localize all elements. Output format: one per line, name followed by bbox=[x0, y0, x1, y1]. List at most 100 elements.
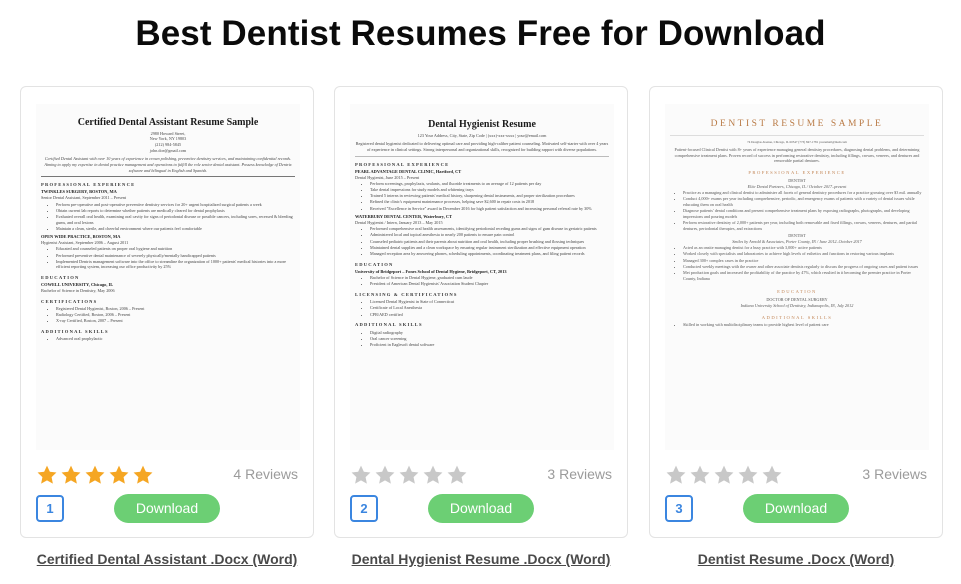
star-empty-icon[interactable] bbox=[398, 464, 420, 486]
resume-preview-thumbnail[interactable]: Dental Hygienist Resume 123 Your Address… bbox=[350, 104, 614, 450]
resume-title: DENTIST RESUME SAMPLE bbox=[710, 119, 884, 129]
resume-preview-thumbnail[interactable]: DENTIST RESUME SAMPLE 74 Douglas Avenue,… bbox=[665, 104, 929, 450]
star-filled-icon[interactable] bbox=[84, 464, 106, 486]
bullet: Digital radiography bbox=[370, 330, 609, 336]
edu-org: Indiana University School of Dentistry, … bbox=[740, 303, 854, 309]
bullet: Skilled in working with multidisciplinar… bbox=[683, 322, 924, 328]
bullet: Oral cancer screening bbox=[370, 336, 609, 342]
bullet: Certificate of Local Anesthesia bbox=[370, 305, 609, 311]
job-org: Smiles by Arnold & Associates, Porter Co… bbox=[732, 239, 862, 245]
bullet: Performed comprehensive oral health asse… bbox=[370, 226, 609, 232]
star-empty-icon[interactable] bbox=[422, 464, 444, 486]
star-filled-icon[interactable] bbox=[36, 464, 58, 486]
star-rating[interactable] bbox=[665, 464, 783, 486]
skills-list: Advanced oral prophylactic bbox=[41, 336, 295, 342]
resume-summary: Patient-focused Clinical Dentist with 8+… bbox=[674, 147, 920, 164]
resume-card-dentist: DENTIST RESUME SAMPLE 74 Douglas Avenue,… bbox=[649, 86, 943, 538]
card-number-badge: 2 bbox=[350, 495, 378, 522]
section-heading: EDUCATION bbox=[777, 289, 817, 295]
bullet: Managed 300+ complex cases in the practi… bbox=[683, 258, 924, 264]
bullet: Diagnose patients' dental conditions and… bbox=[683, 208, 924, 219]
resume-preview-thumbnail[interactable]: Certified Dental Assistant Resume Sample… bbox=[36, 104, 300, 450]
edu-bullets: Bachelor of Science in Dental Hygiene, g… bbox=[355, 275, 609, 287]
bullet: Radiology Certified, Boston, 2006 – Pres… bbox=[56, 312, 295, 318]
resume-summary: Certified Dental Assistant with over 10 … bbox=[44, 156, 292, 173]
section-heading: LICENSING & CERTIFICATIONS bbox=[355, 292, 458, 298]
star-rating[interactable] bbox=[350, 464, 468, 486]
section-heading: EDUCATION bbox=[355, 261, 394, 267]
bullet: Acted as an onsite managing dentist for … bbox=[683, 245, 924, 251]
bullet: Practice as a managing and clinical dent… bbox=[683, 190, 924, 196]
bullet: Licensed Dental Hygienist in State of Co… bbox=[370, 299, 609, 305]
bullet: Received "Excellence in Service" award i… bbox=[370, 206, 609, 212]
card-number-badge: 1 bbox=[36, 495, 64, 522]
job-role: Senior Dental Assistant, September 2011 … bbox=[41, 195, 127, 201]
bullet: Maintained dental supplies and a clean w… bbox=[370, 245, 609, 251]
job-bullets: Performed comprehensive oral health asse… bbox=[355, 226, 609, 256]
job-bullets: Acted as an onsite managing dentist for … bbox=[670, 245, 924, 281]
docx-download-link[interactable]: Dental Hygienist Resume .Docx (Word) bbox=[334, 551, 628, 567]
star-empty-icon[interactable] bbox=[761, 464, 783, 486]
section-heading: CERTIFICATIONS bbox=[41, 298, 98, 304]
download-button[interactable]: Download bbox=[743, 494, 849, 523]
section-heading: PROFESSIONAL EXPERIENCE bbox=[355, 161, 450, 167]
section-heading: ADDITIONAL SKILLS bbox=[761, 314, 833, 320]
star-filled-icon[interactable] bbox=[60, 464, 82, 486]
bullet: Administered local and topical anesthesi… bbox=[370, 232, 609, 238]
bullet: Conduct 4,000+ exams per year including … bbox=[683, 196, 924, 207]
star-empty-icon[interactable] bbox=[350, 464, 372, 486]
job-bullets: Practice as a managing and clinical dent… bbox=[670, 190, 924, 231]
bullet: Bachelor of Science in Dental Hygiene, g… bbox=[370, 275, 609, 281]
bullet: Worked closely with specialists and labo… bbox=[683, 251, 924, 257]
bullet: Managed reception area by answering phon… bbox=[370, 251, 609, 257]
divider bbox=[670, 134, 924, 136]
star-filled-icon[interactable] bbox=[108, 464, 130, 486]
section-heading: ADDITIONAL SKILLS bbox=[355, 322, 423, 328]
reviews-count: 3 Reviews bbox=[547, 466, 612, 482]
edu-org: University of Bridgeport – Fones School … bbox=[355, 268, 507, 274]
bullet: Registered Dental Hygienist, Boston, 200… bbox=[56, 306, 295, 312]
job-bullets: Perform pre-operative and post-operative… bbox=[41, 202, 295, 232]
reviews-count: 4 Reviews bbox=[233, 466, 298, 482]
page-title: Best Dentist Resumes Free for Download bbox=[135, 14, 826, 53]
bullet: Evaluated overall oral health, examining… bbox=[56, 214, 295, 225]
star-rating[interactable] bbox=[36, 464, 154, 486]
bullet: Educated and counseled patients on prope… bbox=[56, 246, 295, 252]
star-filled-icon[interactable] bbox=[132, 464, 154, 486]
divider bbox=[355, 155, 609, 157]
bullet: Perform screenings, prophylaxis, sealant… bbox=[370, 181, 609, 187]
section-heading: ADDITIONAL SKILLS bbox=[41, 329, 109, 335]
star-empty-icon[interactable] bbox=[374, 464, 396, 486]
bullet: Take dental impressions for study models… bbox=[370, 187, 609, 193]
cert-list: Licensed Dental Hygienist in State of Co… bbox=[355, 299, 609, 317]
bullet: Obtain current lab reports to determine … bbox=[56, 208, 295, 214]
resume-contact: 2980 Howard Street, New York, NY 19803 (… bbox=[41, 131, 295, 154]
bullet: Proficient in Eaglesoft dental software bbox=[370, 342, 609, 348]
bullet: Trained 5 interns in reviewing patients'… bbox=[370, 193, 609, 199]
job-role: Dental Hygienist, June 2015 – Present bbox=[355, 174, 420, 180]
star-empty-icon[interactable] bbox=[446, 464, 468, 486]
star-empty-icon[interactable] bbox=[665, 464, 687, 486]
resume-contact: 74 Douglas Avenue, Chicago, IL 60547 (77… bbox=[747, 139, 847, 144]
resume-card-dental-hygienist: Dental Hygienist Resume 123 Your Address… bbox=[334, 86, 628, 538]
download-button[interactable]: Download bbox=[114, 494, 220, 523]
section-heading: PROFESSIONAL EXPERIENCE bbox=[41, 182, 136, 188]
job-role: Dental Hygienist / Intern, January 2013 … bbox=[355, 220, 443, 226]
bullet: Performed preventive dental maintenance … bbox=[56, 253, 295, 259]
resume-title: Certified Dental Assistant Resume Sample bbox=[77, 117, 259, 128]
star-empty-icon[interactable] bbox=[737, 464, 759, 486]
bullet: Met production goals and increased the p… bbox=[683, 270, 924, 281]
bullet: Perform pre-operative and post-operative… bbox=[56, 202, 295, 208]
star-empty-icon[interactable] bbox=[689, 464, 711, 486]
docx-download-link[interactable]: Certified Dental Assistant .Docx (Word) bbox=[20, 551, 314, 567]
resume-card-certified-dental-assistant: Certified Dental Assistant Resume Sample… bbox=[20, 86, 314, 538]
bullet: Implemented Dentrix management software … bbox=[56, 259, 295, 270]
bullet: Counseled pediatric patients and their p… bbox=[370, 239, 609, 245]
star-empty-icon[interactable] bbox=[713, 464, 735, 486]
bullet: Advanced oral prophylactic bbox=[56, 336, 295, 342]
bullet: Conducted weekly meetings with the owner… bbox=[683, 264, 924, 270]
docx-download-link[interactable]: Dentist Resume .Docx (Word) bbox=[649, 551, 943, 567]
bullet: President of American Dental Hygienists'… bbox=[370, 281, 609, 287]
download-button[interactable]: Download bbox=[428, 494, 534, 523]
section-heading: EDUCATION bbox=[41, 275, 80, 281]
